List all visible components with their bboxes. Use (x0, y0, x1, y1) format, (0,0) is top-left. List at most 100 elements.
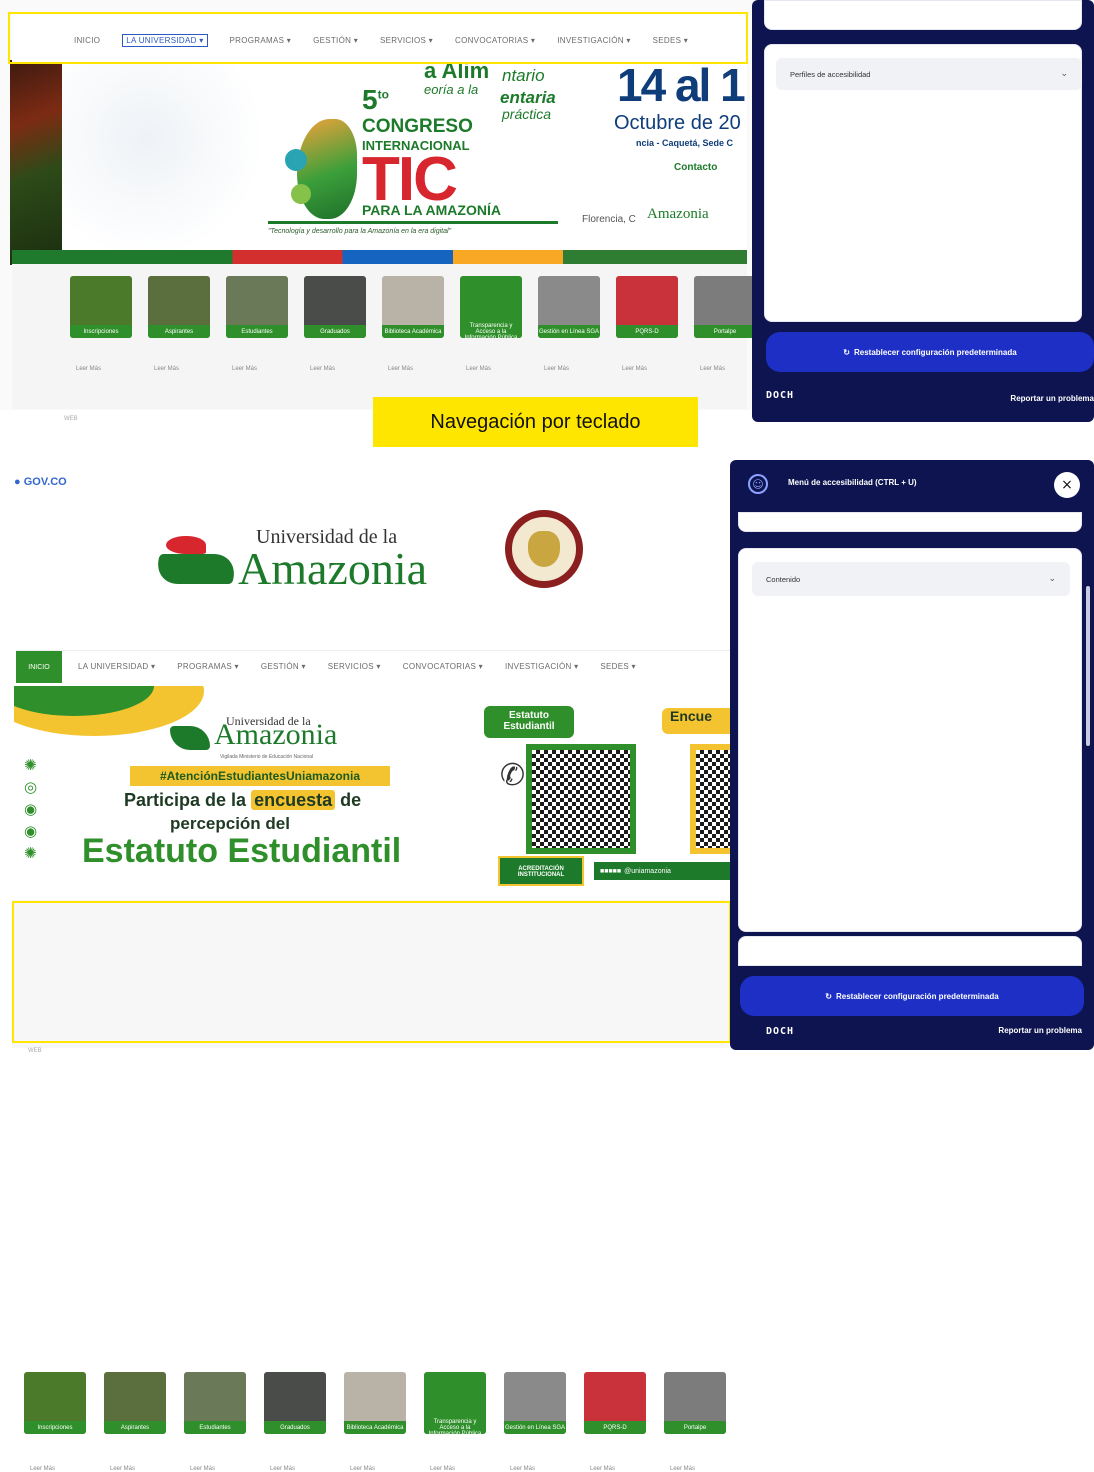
leer-mas-link[interactable]: Leer Más (110, 1466, 135, 1472)
tile-caption: Transparencia y Acceso a la Información … (460, 323, 522, 338)
survey-banner[interactable]: ✺ ◎ ◉ ◉ ✺ Universidad de la Amazonia Vigilad… (14, 686, 740, 898)
leer-mas-link[interactable]: Leer Más (388, 366, 413, 372)
leer-mas-link[interactable]: Leer Más (30, 1466, 55, 1472)
nav2-item-universidad[interactable]: LA UNIVERSIDAD ▾ (78, 662, 155, 671)
gov-logo[interactable]: ● GOV.CO (14, 476, 67, 488)
tile-caption: Estudiantes (226, 325, 288, 338)
scrollbar[interactable] (1086, 586, 1090, 746)
leer-mas-link[interactable]: Leer Más (430, 1466, 455, 1472)
tile-caption: PQRS-D (584, 1421, 646, 1434)
quick-link-tile[interactable]: Graduados (264, 1372, 326, 1434)
profiles-select[interactable]: Perfiles de accesibilidad ⌄ (776, 58, 1082, 90)
reset-button-bottom[interactable]: ↻ Restablecer configuración predeterminad… (740, 976, 1084, 1016)
quick-link-tile[interactable]: Inscripciones (24, 1372, 86, 1434)
leer-mas-link[interactable]: Leer Más (76, 366, 101, 372)
frag-a-alim: a Alim (424, 64, 490, 83)
quick-link-tile[interactable]: Aspirantes (104, 1372, 166, 1434)
quick-link-tile[interactable]: PQRS-D (616, 276, 678, 338)
qr-code-1[interactable] (526, 744, 636, 854)
social-bar: ■■■■■ @uniamazonia (594, 862, 740, 880)
quick-link-tile[interactable]: Transparencia y Acceso a la Información … (424, 1372, 486, 1434)
nav2-item-gestion[interactable]: GESTIÓN ▾ (261, 662, 306, 671)
survey-hashtag: #AtenciónEstudiantesUniamazonia (130, 766, 390, 786)
congress-florencia: Florencia, C (582, 214, 636, 225)
focus-highlight-nav (8, 12, 748, 64)
close-icon: × (1061, 477, 1073, 493)
tile-caption: Inscripciones (24, 1421, 86, 1434)
nav2-item-programas[interactable]: PROGRAMAS ▾ (177, 662, 239, 671)
content-select[interactable]: Contenido ⌄ (752, 562, 1070, 596)
report-link-bottom[interactable]: Reportar un problema (998, 1026, 1082, 1035)
colombia-seal (505, 510, 583, 588)
quick-link-tile[interactable]: Gestión en Línea SGA (538, 276, 600, 338)
leer-mas-link[interactable]: Leer Más (190, 1466, 215, 1472)
quick-link-tile[interactable]: Biblioteca Académica (382, 276, 444, 338)
congress-banner[interactable]: a Alim ntario eoría a la entaria práctic… (62, 64, 747, 250)
leer-mas-link[interactable]: Leer Más (622, 366, 647, 372)
nav2-item-servicios[interactable]: SERVICIOS ▾ (328, 662, 381, 671)
leer-mas-link[interactable]: Leer Más (466, 366, 491, 372)
keyboard-nav-label: Navegación por teclado (373, 397, 698, 447)
frag-practica: práctica (502, 106, 552, 122)
close-button[interactable]: × (1054, 472, 1080, 498)
leer-mas-link[interactable]: Leer Más (310, 366, 335, 372)
reset-icon: ↻ (825, 991, 832, 1001)
survey-toucan-icon (170, 726, 210, 750)
tile-caption: Gestión en Línea SGA (538, 325, 600, 338)
tile-caption: Inscripciones (70, 325, 132, 338)
quick-link-tile[interactable]: Portalpe (664, 1372, 726, 1434)
congress-number: 5to (362, 84, 389, 115)
quick-link-tile[interactable]: Estudiantes (226, 276, 288, 338)
leer-mas-link[interactable]: Leer Más (154, 366, 179, 372)
nav2-item-inicio[interactable]: INICIO (16, 651, 62, 683)
bottom-screenshot: ● GOV.CO Universidad de la Amazonia INIC… (0, 460, 740, 1472)
leer-mas-link[interactable]: Leer Más (590, 1466, 615, 1472)
focus-highlight-tiles (12, 901, 731, 1043)
small-web-label-2: WEB (28, 1048, 42, 1054)
nav2: INICIO LA UNIVERSIDAD ▾ PROGRAMAS ▾ GEST… (16, 650, 740, 683)
quick-link-tile[interactable]: Estudiantes (184, 1372, 246, 1434)
leer-mas-link[interactable]: Leer Más (232, 366, 257, 372)
frag-entaria: entaria (500, 88, 556, 107)
quick-link-tile[interactable]: Aspirantes (148, 276, 210, 338)
chevron-down-icon: ⌄ (1060, 69, 1068, 79)
congress-place: ncia - Caquetá, Sede C (636, 138, 734, 148)
leer-mas-link[interactable]: Leer Más (510, 1466, 535, 1472)
leer-mas-link[interactable]: Leer Más (270, 1466, 295, 1472)
leer-mas-link[interactable]: Leer Más (544, 366, 569, 372)
leaf-logo-icon (277, 89, 367, 229)
congress-contacto: Contacto (674, 162, 718, 173)
reset-button-top[interactable]: ↻ Restablecer configuración predeterminad… (766, 332, 1094, 372)
reset-icon: ↻ (843, 347, 850, 357)
survey-badge: Estatuto Estudiantil (484, 706, 574, 738)
tile-caption: Biblioteca Académica (344, 1421, 406, 1434)
survey-line1: Participa de la encuesta de (124, 790, 362, 810)
gov-icon: ● (14, 476, 21, 488)
panel-title: Menú de accesibilidad (CTRL + U) (788, 478, 917, 487)
quick-link-tile[interactable]: Portalpe (694, 276, 756, 338)
nav2-item-convocatorias[interactable]: CONVOCATORIAS ▾ (403, 662, 483, 671)
leer-mas-link[interactable]: Leer Más (700, 366, 725, 372)
quick-link-tile[interactable]: Inscripciones (70, 276, 132, 338)
quick-link-tile[interactable]: Gestión en Línea SGA (504, 1372, 566, 1434)
phone-icon: ✆ (500, 758, 526, 793)
congress-month: Octubre de 20 (614, 112, 741, 134)
quick-link-tile[interactable]: PQRS-D (584, 1372, 646, 1434)
nav2-item-sedes[interactable]: SEDES ▾ (600, 662, 635, 671)
nav2-item-investigacion[interactable]: INVESTIGACIÓN ▾ (505, 662, 578, 671)
frag-ntario: ntario (502, 66, 545, 85)
uni-logo[interactable]: Universidad de la Amazonia (151, 524, 492, 594)
tile-caption: Biblioteca Académica (382, 325, 444, 338)
tile-caption: Aspirantes (104, 1421, 166, 1434)
leer-mas-link[interactable]: Leer Más (350, 1466, 375, 1472)
quick-link-tile[interactable]: Graduados (304, 276, 366, 338)
survey-encuesta: Encue (662, 708, 740, 734)
quick-link-tile[interactable]: Biblioteca Académica (344, 1372, 406, 1434)
frag-eoria: eoría a la (424, 82, 479, 97)
report-link-top[interactable]: Reportar un problema (1010, 394, 1094, 403)
quick-link-tile[interactable]: Transparencia y Acceso a la Información … (460, 276, 522, 338)
tile-caption: PQRS-D (616, 325, 678, 338)
accessibility-panel-bottom: ☺ Menú de accesibilidad (CTRL + U) × Con… (730, 460, 1094, 1050)
uni-name-2: Amazonia (238, 543, 428, 594)
leer-mas-link[interactable]: Leer Más (670, 1466, 695, 1472)
